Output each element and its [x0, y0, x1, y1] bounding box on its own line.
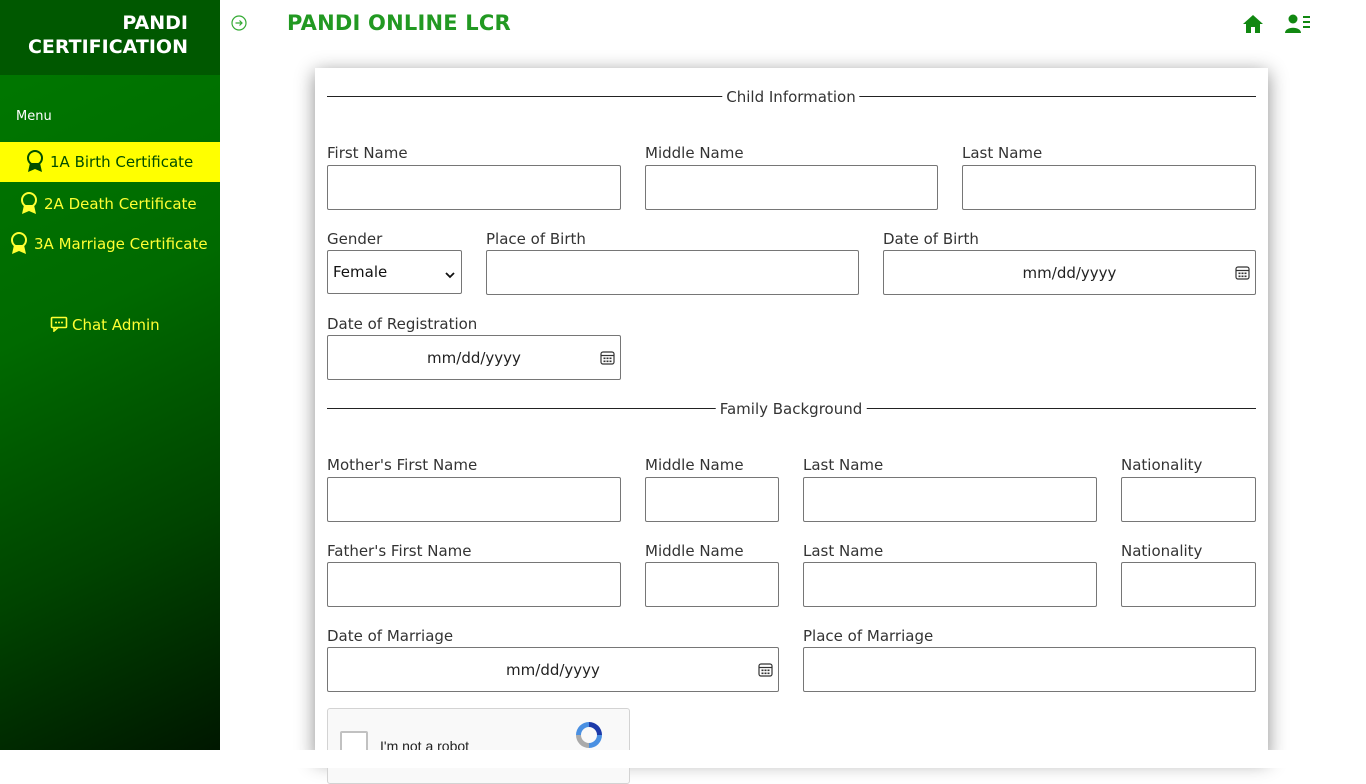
father-nationality-label: Nationality — [1121, 542, 1203, 560]
section-title-child: Child Information — [722, 88, 860, 106]
date-placeholder: mm/dd/yyyy — [506, 660, 600, 679]
date-of-birth-input[interactable]: mm/dd/yyyy — [883, 250, 1256, 295]
award-icon — [8, 231, 30, 257]
father-first-name-input[interactable] — [327, 562, 621, 607]
chat-admin-label: Chat Admin — [72, 316, 160, 334]
date-of-registration-label: Date of Registration — [327, 315, 478, 333]
nav-item-label: 2A Death Certificate — [44, 195, 197, 213]
arrow-right-circle-icon[interactable] — [231, 15, 247, 31]
last-name-label: Last Name — [962, 144, 1043, 162]
sidebar: PANDI CERTIFICATION Menu 1A Birth Certif… — [0, 0, 220, 768]
last-name-input[interactable] — [962, 165, 1256, 210]
calendar-icon[interactable] — [600, 350, 615, 365]
award-icon — [18, 191, 40, 217]
date-placeholder: mm/dd/yyyy — [1022, 263, 1117, 282]
chevron-down-icon — [445, 266, 455, 279]
date-of-marriage-label: Date of Marriage — [327, 627, 454, 645]
mother-last-name-input[interactable] — [803, 477, 1097, 522]
page-title: PANDI ONLINE LCR — [287, 11, 511, 35]
first-name-label: First Name — [327, 144, 408, 162]
gender-label: Gender — [327, 230, 383, 248]
nav-item-label: 3A Marriage Certificate — [34, 235, 208, 253]
mother-middle-name-label: Middle Name — [645, 456, 744, 474]
mother-nationality-label: Nationality — [1121, 456, 1203, 474]
place-of-marriage-input[interactable] — [803, 647, 1256, 692]
father-first-name-label: Father's First Name — [327, 542, 472, 560]
recaptcha-widget: I'm not a robot — [327, 708, 630, 784]
date-of-birth-label: Date of Birth — [883, 230, 979, 248]
middle-name-input[interactable] — [645, 165, 938, 210]
gender-select[interactable]: Female — [327, 250, 462, 294]
middle-name-label: Middle Name — [645, 144, 744, 162]
mother-first-name-input[interactable] — [327, 477, 621, 522]
place-of-birth-input[interactable] — [486, 250, 859, 295]
user-list-icon[interactable] — [1285, 13, 1311, 35]
chat-admin-link[interactable]: Chat Admin — [50, 316, 160, 334]
first-name-input[interactable] — [327, 165, 621, 210]
date-placeholder: mm/dd/yyyy — [427, 348, 521, 367]
mother-first-name-label: Mother's First Name — [327, 456, 478, 474]
viewport-bottom — [0, 750, 1366, 768]
place-of-marriage-label: Place of Marriage — [803, 627, 934, 645]
home-icon[interactable] — [1241, 12, 1265, 36]
father-nationality-input[interactable] — [1121, 562, 1256, 607]
date-of-registration-input[interactable]: mm/dd/yyyy — [327, 335, 621, 380]
calendar-icon[interactable] — [1235, 265, 1250, 280]
award-icon — [24, 149, 46, 175]
father-last-name-input[interactable] — [803, 562, 1097, 607]
father-last-name-label: Last Name — [803, 542, 884, 560]
nav-item-label: 1A Birth Certificate — [50, 153, 194, 171]
brand-title: PANDI CERTIFICATION — [0, 0, 220, 75]
menu-title: Menu — [16, 109, 52, 124]
father-middle-name-label: Middle Name — [645, 542, 744, 560]
nav-item-death-certificate[interactable]: 2A Death Certificate — [0, 184, 220, 224]
recaptcha-logo-icon — [573, 719, 605, 751]
mother-nationality-input[interactable] — [1121, 477, 1256, 522]
nav-item-marriage-certificate[interactable]: 3A Marriage Certificate — [0, 224, 220, 264]
gender-value: Female — [333, 263, 388, 281]
mother-middle-name-input[interactable] — [645, 477, 779, 522]
calendar-icon[interactable] — [758, 662, 773, 677]
place-of-birth-label: Place of Birth — [486, 230, 586, 248]
chat-icon — [50, 316, 70, 334]
date-of-marriage-input[interactable]: mm/dd/yyyy — [327, 647, 779, 692]
section-title-family: Family Background — [715, 400, 867, 418]
nav-item-birth-certificate[interactable]: 1A Birth Certificate — [0, 142, 220, 182]
mother-last-name-label: Last Name — [803, 456, 884, 474]
father-middle-name-input[interactable] — [645, 562, 779, 607]
